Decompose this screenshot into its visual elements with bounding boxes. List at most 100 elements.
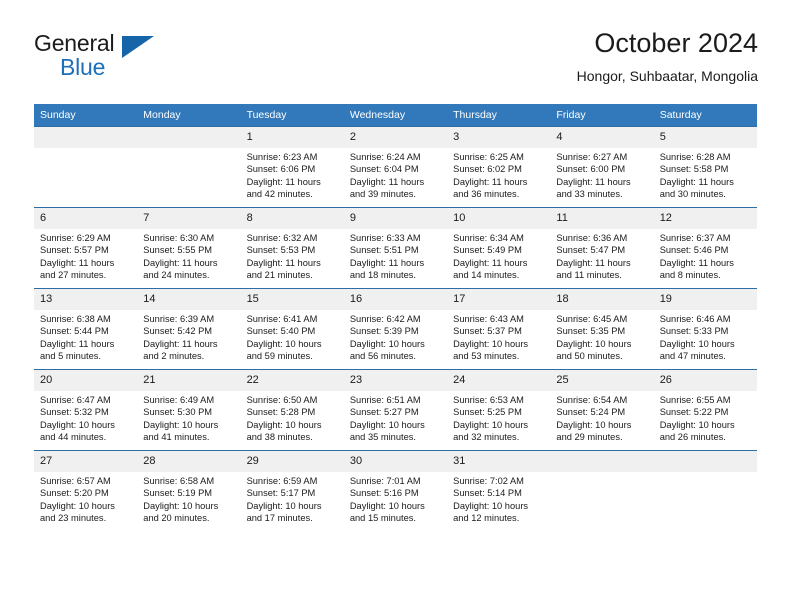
- calendar-day-cell[interactable]: 8 Sunrise: 6:32 AM Sunset: 5:53 PM Daylight…: [240, 207, 344, 289]
- sunrise-text: Sunrise: 6:27 AM: [556, 152, 628, 162]
- sunset-text: Sunset: 5:42 PM: [143, 326, 213, 337]
- day-number: 9: [343, 208, 448, 229]
- calendar-day-cell[interactable]: 7 Sunrise: 6:30 AM Sunset: 5:55 PM Daylight…: [137, 207, 241, 289]
- daylight-text: and 17 minutes.: [246, 513, 313, 524]
- calendar-day-cell[interactable]: 9 Sunrise: 6:33 AM Sunset: 5:51 PM Daylight…: [343, 207, 448, 289]
- calendar-day-cell[interactable]: 2 Sunrise: 6:24 AM Sunset: 6:04 PM Daylight…: [343, 126, 448, 208]
- day-number: 17: [447, 289, 551, 310]
- calendar-day-cell[interactable]: 15 Sunrise: 6:41 AM Sunset: 5:40 PM Dayligh…: [240, 288, 344, 370]
- sunset-text: Sunset: 5:22 PM: [659, 407, 729, 418]
- sunset-text: Sunset: 5:39 PM: [349, 326, 419, 337]
- calendar-day-cell[interactable]: 23 Sunrise: 6:51 AM Sunset: 5:27 PM Dayligh…: [343, 369, 448, 451]
- daylight-text: Daylight: 11 hours: [143, 257, 218, 268]
- calendar-day-cell[interactable]: 17 Sunrise: 6:43 AM Sunset: 5:37 PM Dayligh…: [447, 288, 551, 370]
- daylight-text: and 2 minutes.: [143, 351, 205, 362]
- day-details: Sunrise: 6:25 AM Sunset: 6:02 PM Daylight:…: [447, 148, 550, 201]
- day-details: Sunrise: 6:28 AM Sunset: 5:58 PM Daylight:…: [654, 148, 757, 201]
- calendar-day-cell[interactable]: 4 Sunrise: 6:27 AM Sunset: 6:00 PM Daylight…: [550, 126, 654, 208]
- sunrise-text: Sunrise: 6:51 AM: [349, 395, 421, 405]
- day-details: Sunrise: 6:23 AM Sunset: 6:06 PM Daylight:…: [241, 148, 344, 201]
- sunset-text: Sunset: 5:25 PM: [453, 407, 522, 418]
- calendar-day-cell[interactable]: 24 Sunrise: 6:53 AM Sunset: 5:25 PM Dayligh…: [447, 369, 551, 451]
- day-details: Sunrise: 6:53 AM Sunset: 5:25 PM Daylight:…: [447, 391, 550, 444]
- calendar-day-cell[interactable]: 20 Sunrise: 6:47 AM Sunset: 5:32 PM Dayligh…: [34, 369, 138, 451]
- daylight-text: Daylight: 11 hours: [349, 257, 425, 268]
- calendar-day-cell[interactable]: 11 Sunrise: 6:36 AM Sunset: 5:47 PM Dayligh…: [550, 207, 654, 289]
- brand-name-blue: Blue: [60, 54, 106, 80]
- calendar-day-cell[interactable]: 25 Sunrise: 6:54 AM Sunset: 5:24 PM Dayligh…: [550, 369, 654, 451]
- day-number: 8: [240, 208, 344, 229]
- day-number: 5: [653, 127, 757, 148]
- daylight-text: Daylight: 10 hours: [143, 500, 219, 511]
- daylight-text: and 59 minutes.: [246, 351, 313, 362]
- day-details: Sunrise: 6:24 AM Sunset: 6:04 PM Daylight:…: [344, 148, 447, 201]
- day-details: Sunrise: 6:54 AM Sunset: 5:24 PM Daylight:…: [550, 391, 653, 444]
- sunrise-text: Sunrise: 6:37 AM: [659, 233, 731, 243]
- daylight-text: and 41 minutes.: [143, 432, 210, 443]
- calendar-week-row: 1 Sunrise: 6:23 AM Sunset: 6:06 PM Daylight…: [34, 126, 757, 208]
- sunrise-text: Sunrise: 6:36 AM: [556, 233, 628, 243]
- daylight-text: Daylight: 11 hours: [143, 338, 218, 349]
- day-details: Sunrise: 6:30 AM Sunset: 5:55 PM Daylight:…: [137, 229, 240, 282]
- day-details: Sunrise: 6:46 AM Sunset: 5:33 PM Daylight:…: [654, 310, 757, 363]
- sunrise-text: Sunrise: 6:58 AM: [143, 476, 215, 486]
- page-title: October 2024: [594, 28, 758, 58]
- sunrise-text: Sunrise: 6:59 AM: [246, 476, 318, 486]
- sunrise-text: Sunrise: 6:57 AM: [40, 476, 111, 486]
- calendar-day-cell[interactable]: 16 Sunrise: 6:42 AM Sunset: 5:39 PM Dayligh…: [343, 288, 448, 370]
- calendar-day-cell[interactable]: 21 Sunrise: 6:49 AM Sunset: 5:30 PM Dayligh…: [137, 369, 241, 451]
- calendar-header-row: Sunday Monday Tuesday Wednesday Thursday Frid…: [34, 104, 757, 127]
- daylight-text: Daylight: 11 hours: [246, 176, 321, 187]
- calendar-day-cell[interactable]: 10 Sunrise: 6:34 AM Sunset: 5:49 PM Dayligh…: [447, 207, 551, 289]
- calendar-day-cell[interactable]: 12 Sunrise: 6:37 AM Sunset: 5:46 PM Dayligh…: [653, 207, 757, 289]
- sunrise-text: Sunrise: 6:47 AM: [40, 395, 111, 405]
- sunset-text: Sunset: 5:46 PM: [659, 245, 729, 256]
- calendar-day-cell[interactable]: 26 Sunrise: 6:55 AM Sunset: 5:22 PM Dayligh…: [653, 369, 757, 451]
- sunset-text: Sunset: 5:47 PM: [556, 245, 626, 256]
- daylight-text: and 8 minutes.: [659, 270, 721, 281]
- daylight-text: and 53 minutes.: [453, 351, 520, 362]
- day-number: 27: [34, 451, 138, 472]
- daylight-text: Daylight: 10 hours: [349, 500, 425, 511]
- daylight-text: and 38 minutes.: [246, 432, 313, 443]
- daylight-text: and 26 minutes.: [659, 432, 726, 443]
- sunset-text: Sunset: 5:53 PM: [246, 245, 316, 256]
- calendar-day-cell[interactable]: 18 Sunrise: 6:45 AM Sunset: 5:35 PM Dayligh…: [550, 288, 654, 370]
- daylight-text: and 21 minutes.: [246, 270, 313, 281]
- daylight-text: and 44 minutes.: [40, 432, 107, 443]
- sunset-text: Sunset: 6:02 PM: [453, 164, 522, 175]
- sunset-text: Sunset: 6:04 PM: [349, 164, 419, 175]
- daylight-text: Daylight: 11 hours: [453, 257, 528, 268]
- calendar-day-cell[interactable]: 13 Sunrise: 6:38 AM Sunset: 5:44 PM Dayligh…: [34, 288, 138, 370]
- sunrise-text: Sunrise: 6:33 AM: [349, 233, 421, 243]
- daylight-text: and 47 minutes.: [659, 351, 726, 362]
- daylight-text: and 20 minutes.: [143, 513, 210, 524]
- calendar-day-cell[interactable]: 5 Sunrise: 6:28 AM Sunset: 5:58 PM Daylight…: [653, 126, 757, 208]
- calendar-day-cell[interactable]: 1 Sunrise: 6:23 AM Sunset: 6:06 PM Daylight…: [240, 126, 344, 208]
- calendar-day-cell[interactable]: 30 Sunrise: 7:01 AM Sunset: 5:16 PM Dayligh…: [343, 450, 448, 531]
- daylight-text: Daylight: 10 hours: [349, 419, 425, 430]
- sunset-text: Sunset: 5:57 PM: [40, 245, 109, 256]
- sunrise-sunset-calendar-table: Sunday Monday Tuesday Wednesday Thursday Frid…: [34, 104, 757, 531]
- calendar-day-cell-empty: [34, 126, 138, 208]
- calendar-day-cell[interactable]: 28 Sunrise: 6:58 AM Sunset: 5:19 PM Dayligh…: [137, 450, 241, 531]
- calendar-day-cell[interactable]: 27 Sunrise: 6:57 AM Sunset: 5:20 PM Dayligh…: [34, 450, 138, 531]
- sunset-text: Sunset: 5:27 PM: [349, 407, 419, 418]
- calendar-day-cell[interactable]: 6 Sunrise: 6:29 AM Sunset: 5:57 PM Daylight…: [34, 207, 138, 289]
- day-details: Sunrise: 6:37 AM Sunset: 5:46 PM Daylight:…: [654, 229, 757, 282]
- sunrise-text: Sunrise: 6:50 AM: [246, 395, 318, 405]
- calendar-day-cell[interactable]: 22 Sunrise: 6:50 AM Sunset: 5:28 PM Dayligh…: [240, 369, 344, 451]
- calendar-day-cell[interactable]: 29 Sunrise: 6:59 AM Sunset: 5:17 PM Dayligh…: [240, 450, 344, 531]
- calendar-week-row: 20 Sunrise: 6:47 AM Sunset: 5:32 PM Dayligh…: [34, 369, 757, 451]
- calendar-week-row: 6 Sunrise: 6:29 AM Sunset: 5:57 PM Daylight…: [34, 207, 757, 289]
- sunrise-text: Sunrise: 6:25 AM: [453, 152, 524, 162]
- sunset-text: Sunset: 5:14 PM: [453, 488, 522, 499]
- weekday-header-saturday: Saturday: [653, 104, 757, 127]
- day-details: Sunrise: 6:42 AM Sunset: 5:39 PM Daylight:…: [344, 310, 447, 363]
- calendar-day-cell[interactable]: 3 Sunrise: 6:25 AM Sunset: 6:02 PM Daylight…: [447, 126, 551, 208]
- calendar-page: General Blue October 2024 Hongor, Suhbaa…: [0, 0, 792, 612]
- calendar-day-cell[interactable]: 19 Sunrise: 6:46 AM Sunset: 5:33 PM Dayligh…: [653, 288, 757, 370]
- calendar-day-cell[interactable]: 14 Sunrise: 6:39 AM Sunset: 5:42 PM Dayligh…: [137, 288, 241, 370]
- calendar-day-cell[interactable]: 31 Sunrise: 7:02 AM Sunset: 5:14 PM Dayligh…: [447, 450, 551, 531]
- general-blue-logo[interactable]: General Blue: [34, 30, 164, 88]
